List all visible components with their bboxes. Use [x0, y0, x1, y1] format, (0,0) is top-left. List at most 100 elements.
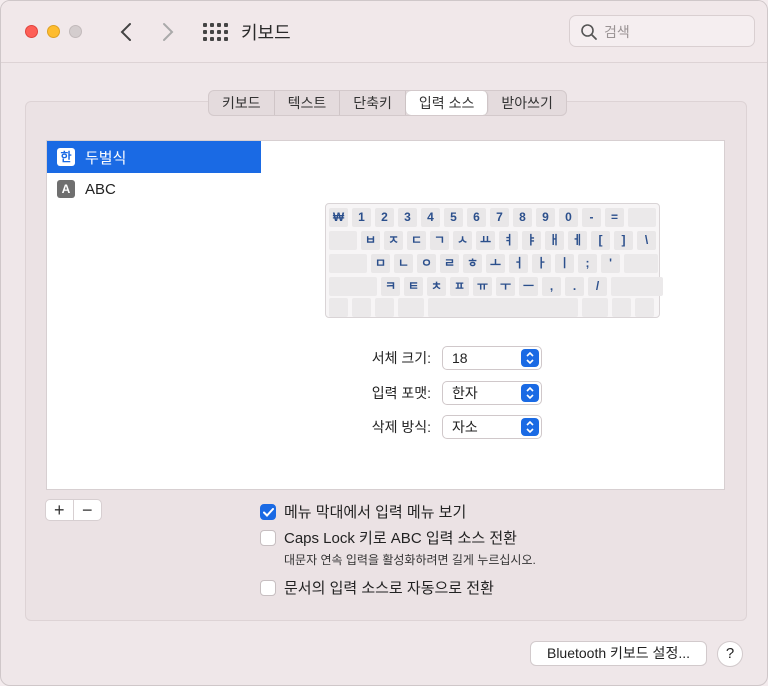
- input-format-value: 한자: [452, 385, 478, 401]
- tab-keyboard[interactable]: 키보드: [209, 91, 275, 115]
- forward-button[interactable]: [153, 17, 183, 47]
- keyboard-preferences-window: 키보드 키보드 텍스트 단축키 입력 소스 받아쓰기 한 두벌식 A ABC ₩…: [0, 0, 768, 686]
- key: 8: [513, 208, 532, 227]
- key: =: [605, 208, 624, 227]
- tab-shortcuts[interactable]: 단축키: [340, 91, 406, 115]
- key: 1: [352, 208, 371, 227]
- key: .: [565, 277, 584, 296]
- key: ㅜ: [496, 277, 515, 296]
- font-size-select[interactable]: 18: [442, 346, 542, 370]
- caps-lock-label: Caps Lock 키로 ABC 입력 소스 전환: [284, 530, 517, 547]
- key: ㅋ: [381, 277, 400, 296]
- keyboard-row-1: ₩1 2 3 4 5 6 7 8 9 0- =: [329, 208, 656, 227]
- blank-key: [582, 298, 608, 317]
- keyboard-row-3: ㅁㄴㅇㄹㅎㅗㅓㅏㅣ; ': [329, 254, 658, 273]
- key: 7: [490, 208, 509, 227]
- delete-mode-select[interactable]: 자소: [442, 415, 542, 439]
- chevron-right-icon: [163, 23, 174, 41]
- key: 3: [398, 208, 417, 227]
- key: ㅅ: [453, 231, 472, 250]
- key: ㅍ: [450, 277, 469, 296]
- blank-key: [398, 298, 424, 317]
- show-input-menu-option[interactable]: 메뉴 막대에서 입력 메뉴 보기: [260, 501, 466, 522]
- key: ㄹ: [440, 254, 459, 273]
- key: ㅛ: [476, 231, 495, 250]
- key: ': [601, 254, 620, 273]
- blank-key: [611, 277, 663, 296]
- back-button[interactable]: [111, 17, 141, 47]
- auto-switch-checkbox[interactable]: [260, 579, 276, 596]
- caps-lock-checkbox[interactable]: [260, 529, 276, 546]
- input-source-list: 한 두벌식 A ABC: [46, 140, 262, 490]
- tab-input-sources[interactable]: 입력 소스: [405, 91, 489, 115]
- list-item-dubeolsik[interactable]: 한 두벌식: [47, 141, 261, 173]
- blank-key: [635, 298, 654, 317]
- input-format-label: 입력 포맷:: [371, 385, 431, 401]
- keyboard-layout-preview: ₩1 2 3 4 5 6 7 8 9 0- = ㅂㅈㄷㄱㅅㅛㅕㅑㅐㅔ[] \ ㅁㄴㅇㄹㅎㅗㅓㅏㅣ; ' …: [325, 203, 663, 318]
- bluetooth-keyboard-setup-button[interactable]: Bluetooth 키보드 설정...: [530, 641, 707, 666]
- add-source-button[interactable]: +: [46, 500, 74, 520]
- key: \: [637, 231, 656, 250]
- key: ㅁ: [371, 254, 390, 273]
- remove-source-button[interactable]: −: [74, 500, 101, 520]
- key: /: [588, 277, 607, 296]
- updown-chevron-icon: [521, 349, 539, 367]
- minimize-window-button[interactable]: [47, 25, 60, 38]
- caps-lock-option[interactable]: Caps Lock 키로 ABC 입력 소스 전환: [260, 527, 517, 548]
- auto-switch-option[interactable]: 문서의 입력 소스로 자동으로 전환: [260, 577, 494, 598]
- keyboard-row-5: [329, 298, 654, 317]
- abc-icon: A: [57, 180, 75, 198]
- blank-key: [428, 298, 578, 317]
- list-add-remove-control: + −: [45, 499, 102, 521]
- show-input-menu-label: 메뉴 막대에서 입력 메뉴 보기: [284, 504, 467, 521]
- delete-mode-label: 삭제 방식:: [371, 419, 431, 435]
- source-label: ABC: [85, 180, 116, 198]
- key: ㅊ: [427, 277, 446, 296]
- tab-text[interactable]: 텍스트: [275, 91, 341, 115]
- updown-chevron-icon: [521, 418, 539, 436]
- chevron-left-icon: [120, 23, 131, 41]
- blank-key: [628, 208, 656, 227]
- key: ㅈ: [384, 231, 403, 250]
- show-all-grid-icon[interactable]: [201, 21, 228, 43]
- blank-key: [329, 254, 367, 273]
- tab-bar: 키보드 텍스트 단축키 입력 소스 받아쓰기: [208, 90, 567, 116]
- search-icon: [581, 24, 597, 40]
- search-field[interactable]: [569, 15, 755, 47]
- key: 4: [421, 208, 440, 227]
- key: -: [582, 208, 601, 227]
- tab-dictation[interactable]: 받아쓰기: [488, 91, 566, 115]
- key: ㅓ: [509, 254, 528, 273]
- help-button[interactable]: ?: [717, 641, 743, 667]
- blank-key: [352, 298, 371, 317]
- zoom-window-button[interactable]: [69, 25, 82, 38]
- font-size-label: 서체 크기:: [371, 350, 431, 366]
- key: ㄱ: [430, 231, 449, 250]
- blank-key: [329, 231, 357, 250]
- key: ㅏ: [532, 254, 551, 273]
- blank-key: [612, 298, 631, 317]
- key: ㅌ: [404, 277, 423, 296]
- search-input[interactable]: [604, 22, 744, 42]
- input-format-select[interactable]: 한자: [442, 381, 542, 405]
- key: ㅔ: [568, 231, 587, 250]
- key: 2: [375, 208, 394, 227]
- key: ;: [578, 254, 597, 273]
- key: ㅂ: [361, 231, 380, 250]
- key: ]: [614, 231, 633, 250]
- show-input-menu-checkbox[interactable]: [260, 503, 276, 520]
- key: 0: [559, 208, 578, 227]
- key: 6: [467, 208, 486, 227]
- font-size-value: 18: [452, 350, 468, 366]
- keyboard-row-4: ㅋㅌㅊㅍㅠㅜㅡ,. /: [329, 277, 663, 296]
- key: ㄷ: [407, 231, 426, 250]
- key: ㅇ: [417, 254, 436, 273]
- source-label: 두벌식: [85, 149, 127, 167]
- key: 5: [444, 208, 463, 227]
- key: ㅎ: [463, 254, 482, 273]
- key: ㅡ: [519, 277, 538, 296]
- close-window-button[interactable]: [25, 25, 38, 38]
- caps-lock-note: 대문자 연속 입력을 활성화하려면 길게 누르십시오.: [284, 553, 536, 567]
- list-item-abc[interactable]: A ABC: [47, 173, 261, 205]
- auto-switch-label: 문서의 입력 소스로 자동으로 전환: [284, 580, 494, 597]
